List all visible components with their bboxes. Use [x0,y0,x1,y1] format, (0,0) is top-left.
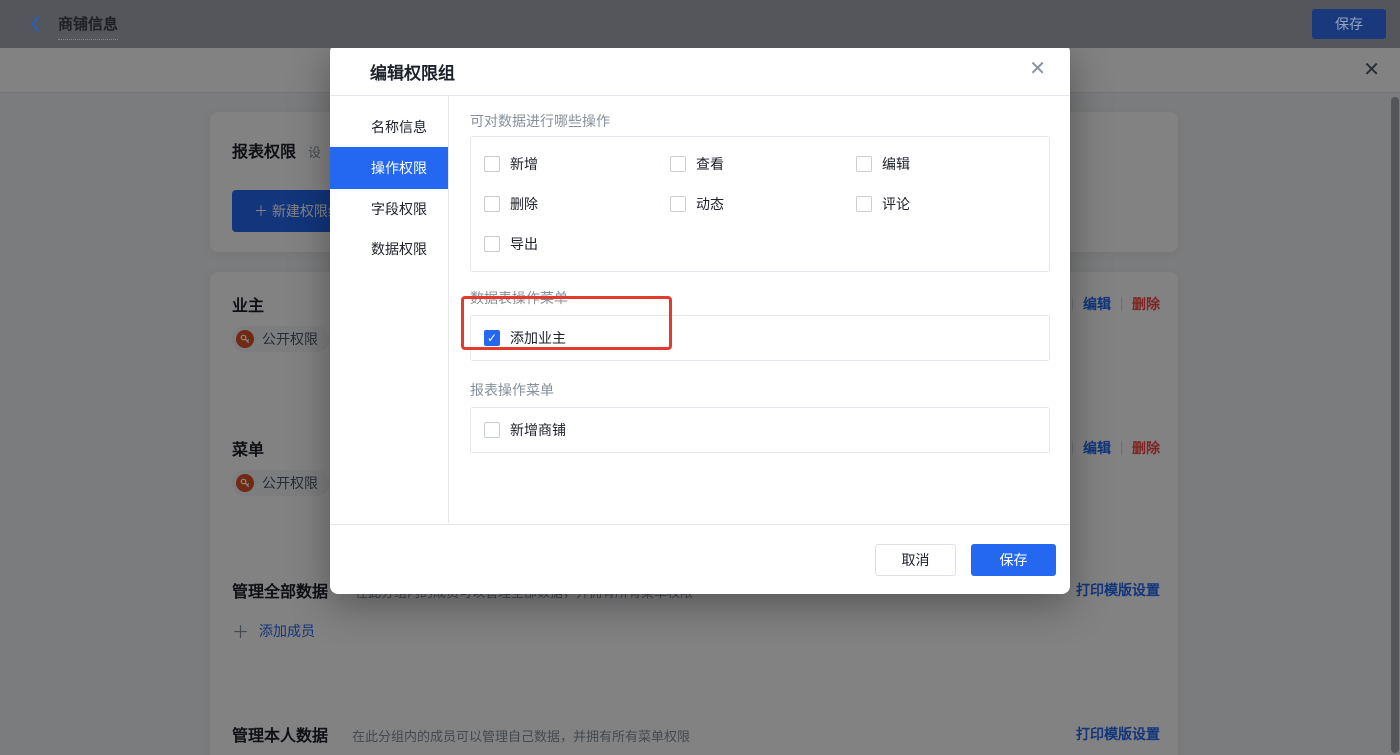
edit-permission-group-modal: 编辑权限组 ✕ 名称信息 操作权限 字段权限 数据权限 可对数据进行哪些操作 新… [330,44,1070,594]
checkbox-item[interactable]: 删除 [484,194,670,214]
checkbox-item[interactable]: 动态 [670,194,856,214]
modal-body: 名称信息 操作权限 字段权限 数据权限 可对数据进行哪些操作 新增 查看 编辑 [330,96,1070,523]
ops-checkbox-group: 新增 查看 编辑 删除 动态 评论 导出 [470,136,1050,272]
checkbox-item[interactable]: 新增 [484,154,670,174]
checkbox-unchecked[interactable] [484,422,500,438]
report-menu-box: 新增商铺 [470,407,1050,453]
modal-header: 编辑权限组 ✕ [330,44,1070,96]
modal-sidebar: 名称信息 操作权限 字段权限 数据权限 [330,96,449,523]
checkbox-unchecked[interactable] [856,196,872,212]
table-menu-box: 添加业主 [470,315,1050,361]
checkbox-unchecked[interactable] [484,236,500,252]
checkbox-item[interactable]: 查看 [670,154,856,174]
table-menu-section-label: 数据表操作菜单 [470,290,568,306]
navbar-save-button[interactable]: 保存 [1312,9,1386,39]
checkbox-unchecked[interactable] [856,156,872,172]
top-navbar: 商铺信息 保存 [0,0,1400,48]
form-title[interactable]: 商铺信息 [58,13,119,40]
modal-content: 可对数据进行哪些操作 新增 查看 编辑 删除 动态 评论 导出 数据表操作菜单 … [449,96,1070,523]
modal-close-icon[interactable]: ✕ [1029,57,1046,81]
modal-footer: 取消 保存 [330,524,1070,594]
save-button[interactable]: 保存 [971,543,1056,576]
checkbox-unchecked[interactable] [670,196,686,212]
checkbox-unchecked[interactable] [484,156,500,172]
checkbox-item[interactable]: 编辑 [856,154,1036,174]
back-icon[interactable] [26,14,46,34]
checkbox-item[interactable]: 导出 [484,234,670,254]
modal-title: 编辑权限组 [370,64,455,83]
checkbox-unchecked[interactable] [484,196,500,212]
checkbox-item[interactable]: 添加业主 [484,328,566,348]
report-menu-section-label: 报表操作菜单 [470,382,554,398]
tab-operation-permission[interactable]: 操作权限 [330,147,448,189]
checkbox-unchecked[interactable] [670,156,686,172]
tab-data-permission[interactable]: 数据权限 [330,229,448,269]
tab-name-info[interactable]: 名称信息 [330,107,448,147]
cancel-button[interactable]: 取消 [875,543,956,576]
checkbox-item[interactable]: 新增商铺 [484,420,566,440]
checkbox-checked[interactable] [484,330,500,346]
ops-section-label: 可对数据进行哪些操作 [470,113,610,129]
tab-field-permission[interactable]: 字段权限 [330,189,448,229]
checkbox-item[interactable]: 评论 [856,194,1036,214]
